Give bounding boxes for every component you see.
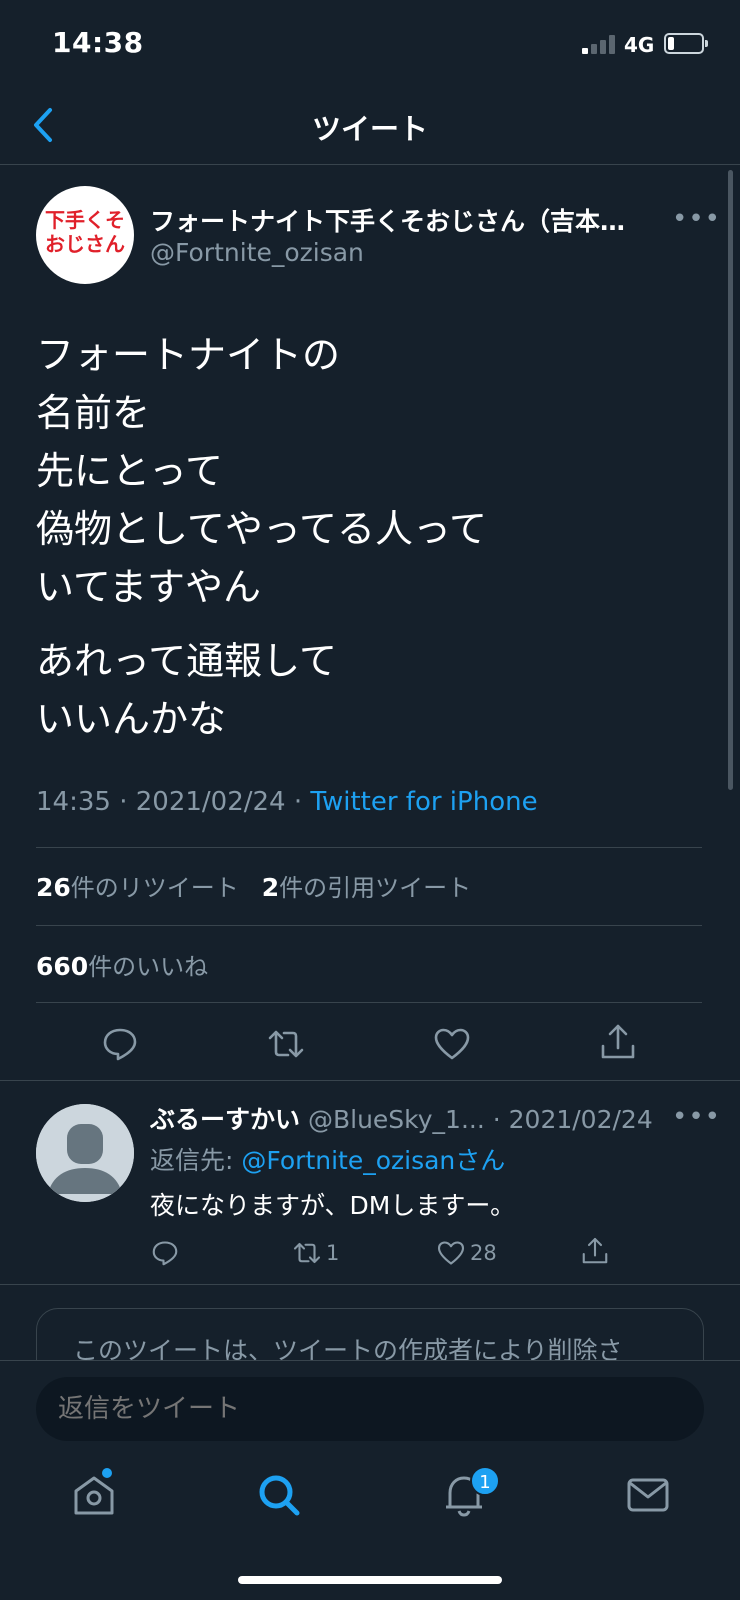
- heart-icon: [437, 1241, 465, 1265]
- retweet-icon: [293, 1242, 321, 1264]
- quote-label: 件の引用ツイート: [279, 874, 472, 902]
- tweet-meta: 14:35 · 2021/02/24 · Twitter for iPhone: [36, 787, 538, 817]
- retweet-count: 26: [36, 873, 71, 902]
- divider: [36, 925, 702, 926]
- tweet-line: 名前を: [36, 391, 151, 435]
- quote-count: 2: [261, 873, 280, 902]
- status-bar: 14:38 4G: [0, 0, 740, 90]
- reply-like-button[interactable]: 28: [436, 1238, 497, 1268]
- author-avatar[interactable]: 下手くそ おじさん: [36, 186, 134, 284]
- reply-button[interactable]: [100, 1024, 140, 1064]
- reply-author-avatar[interactable]: [36, 1104, 134, 1202]
- tweet-line: いいんかな: [36, 697, 227, 741]
- avatar-logo-line-1: 下手くそ: [45, 208, 125, 232]
- separator: [0, 1080, 740, 1081]
- reply-icon: [152, 1241, 178, 1266]
- share-icon: [601, 1024, 635, 1059]
- replying-to-link[interactable]: @Fortnite_ozisanさん: [241, 1146, 505, 1175]
- reply-input[interactable]: [36, 1377, 704, 1441]
- reply-display-name[interactable]: ぶるーすかい: [150, 1105, 300, 1134]
- battery-icon: [664, 33, 708, 54]
- retweet-button[interactable]: [266, 1024, 306, 1064]
- replying-to: 返信先: @Fortnite_ozisanさん: [150, 1141, 505, 1177]
- nav-bar: ツイート: [0, 90, 740, 165]
- tweet-time: 14:35: [36, 787, 111, 817]
- reply-more-options-icon[interactable]: •••: [672, 1102, 721, 1132]
- tweet-line: あれって通報して: [36, 639, 337, 683]
- tweet-line: いてますやん: [36, 565, 261, 609]
- bottom-bar: [0, 1360, 740, 1600]
- search-icon: [259, 1475, 300, 1516]
- reply-reply-button[interactable]: [150, 1238, 180, 1268]
- avatar-logo: 下手くそ おじさん: [36, 208, 134, 256]
- like-label: 件のいいね: [88, 953, 209, 981]
- share-button[interactable]: [598, 1022, 638, 1062]
- tab-messages[interactable]: [624, 1471, 672, 1519]
- more-options-icon[interactable]: •••: [672, 204, 721, 234]
- home-unread-dot: [102, 1468, 112, 1478]
- reply-icon: [103, 1028, 137, 1061]
- default-avatar-icon: [36, 1104, 134, 1202]
- tweet-line: 先にとって: [36, 449, 223, 493]
- reply-retweet-button[interactable]: 1: [292, 1238, 339, 1268]
- divider: [36, 847, 702, 848]
- scrollbar[interactable]: [728, 170, 733, 790]
- status-time: 14:38: [52, 26, 144, 59]
- share-icon: [582, 1237, 608, 1264]
- tweet-source-link[interactable]: Twitter for iPhone: [310, 787, 537, 817]
- like-stats[interactable]: 660件のいいね: [36, 947, 208, 982]
- notification-badge: 1: [470, 1466, 500, 1496]
- tweet-line: フォートナイトの: [36, 333, 341, 377]
- reply-handle[interactable]: @BlueSky_1...: [308, 1105, 485, 1134]
- retweet-stats[interactable]: 26件のリツイート 2件の引用ツイート: [36, 868, 471, 903]
- reply-date: 2021/02/24: [508, 1105, 653, 1134]
- tweet-date: 2021/02/24: [135, 787, 286, 817]
- retweet-label: 件のリツイート: [70, 874, 239, 902]
- divider: [36, 1002, 702, 1003]
- retweet-icon: [268, 1030, 304, 1058]
- signal-icon: [582, 34, 616, 54]
- reply-like-count: 28: [470, 1241, 497, 1265]
- tab-home[interactable]: [70, 1471, 118, 1519]
- reply-text: 夜になりますが、DMしますー。: [150, 1191, 516, 1220]
- author-display-name[interactable]: フォートナイト下手くそおじさん（吉本…: [150, 202, 660, 238]
- replying-to-prefix: 返信先:: [150, 1146, 242, 1175]
- like-count: 660: [36, 952, 89, 981]
- reply-header: ぶるーすかい @BlueSky_1... · 2021/02/24: [150, 1105, 653, 1134]
- reply-retweet-count: 1: [326, 1241, 340, 1265]
- avatar-logo-line-2: おじさん: [45, 232, 125, 256]
- mail-icon: [627, 1478, 669, 1512]
- home-indicator[interactable]: [238, 1576, 502, 1584]
- like-button[interactable]: [432, 1024, 472, 1064]
- home-icon: [74, 1476, 114, 1515]
- network-type: 4G: [624, 33, 655, 57]
- tweet-line: 偽物としてやってる人って: [36, 507, 488, 551]
- heart-icon: [434, 1028, 470, 1060]
- page-title: ツイート: [311, 112, 428, 146]
- tweet-text: フォートナイトの 名前を 先にとって 偽物としてやってる人って いてますやん あ…: [36, 326, 487, 748]
- author-handle[interactable]: @Fortnite_ozisan: [150, 238, 364, 267]
- tab-search[interactable]: [255, 1471, 303, 1519]
- separator: [0, 1284, 740, 1285]
- reply-share-button[interactable]: [580, 1236, 610, 1266]
